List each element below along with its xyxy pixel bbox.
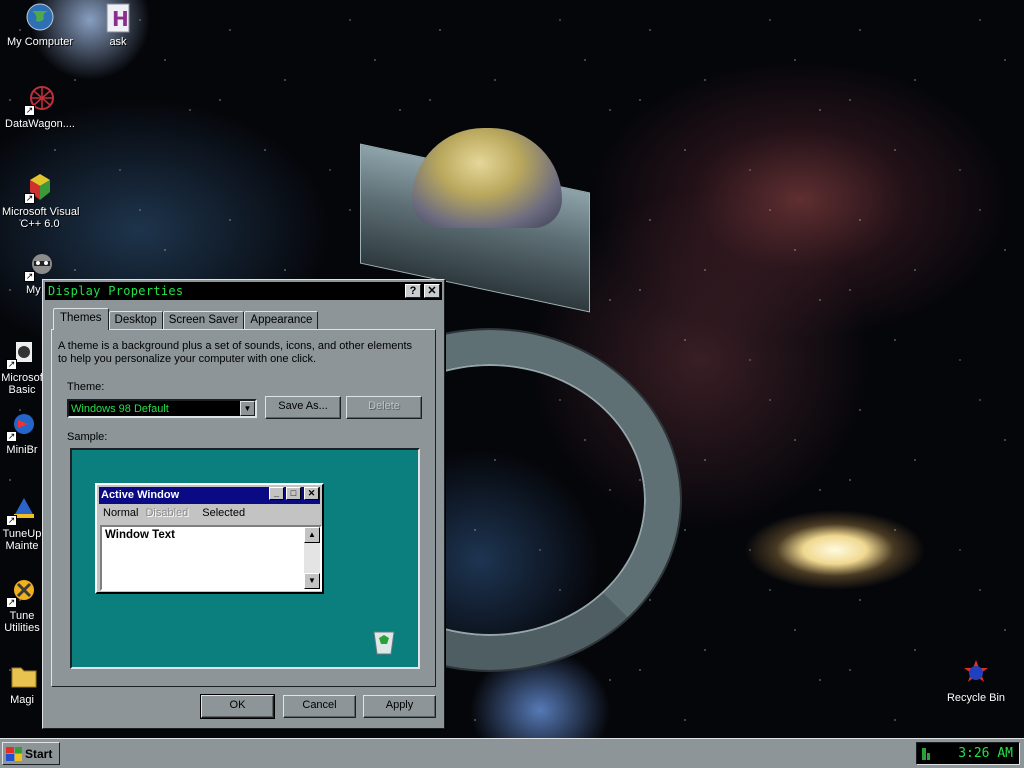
clock[interactable]: 3:26 AM [958, 746, 1013, 761]
sample-menu-bar: Normal Disabled Selected [103, 507, 252, 519]
shortcut-arrow-icon: ↗ [24, 193, 35, 204]
apply-button[interactable]: Apply [363, 695, 436, 718]
shortcut-arrow-icon: ↗ [6, 597, 17, 608]
start-label: Start [25, 746, 53, 761]
desktop-icon-label: My Computer [6, 36, 74, 48]
desktop-icon-recycle-bin[interactable]: Recycle Bin [938, 658, 1014, 704]
desktop-icon-ms-basic[interactable]: ↗ Microsof Basic [0, 338, 44, 396]
desktop-icon-magi[interactable]: Magi [0, 660, 44, 706]
ok-button[interactable]: OK [200, 694, 275, 719]
dialog-titlebar[interactable]: Display Properties ? ✕ [45, 282, 442, 300]
sample-menu-selected: Selected [202, 507, 246, 519]
theme-dropdown[interactable]: Windows 98 Default ▼ [67, 399, 257, 418]
desktop-icon-label: ask [109, 36, 127, 48]
delete-button[interactable]: Delete [346, 396, 422, 419]
desktop-icon-label-line2: Utilities [4, 622, 40, 634]
theme-dropdown-value: Windows 98 Default [71, 403, 169, 415]
tab-appearance[interactable]: Appearance [244, 311, 319, 330]
sample-window-text-area: Window Text ▲ ▼ [100, 525, 322, 591]
tab-themes[interactable]: Themes [53, 308, 109, 330]
shortcut-arrow-icon: ↗ [6, 431, 17, 442]
start-button[interactable]: Start [2, 742, 60, 765]
desktop-icon-label-line2: Mainte [5, 540, 39, 552]
close-button[interactable]: ✕ [424, 284, 440, 298]
desktop-icon-label: Recycle Bin [946, 692, 1006, 704]
sample-label: Sample: [67, 431, 108, 443]
desktop-icon-tuneup-utilities[interactable]: ↗ Tune Utilities [0, 576, 44, 634]
desktop-icon-label: TuneUp [2, 528, 42, 540]
scroll-up-icon: ▲ [304, 527, 320, 543]
theme-description: A theme is a background plus a set of so… [58, 340, 413, 365]
visual-cpp-icon: ↗ [24, 172, 56, 204]
sample-window-text: Window Text [105, 529, 175, 541]
theme-label: Theme: [67, 381, 105, 393]
desktop-icon-label: Microsof [1, 372, 43, 384]
shortcut-arrow-icon: ↗ [24, 105, 35, 116]
recycle-bin-icon [960, 658, 992, 690]
system-tray: 3:26 AM [916, 742, 1020, 765]
sample-active-window: Active Window _ □ ✕ Normal Disabled Sele… [95, 483, 324, 594]
desktop-icon-label-line2: C++ 6.0 [20, 218, 60, 230]
minimize-icon: _ [269, 487, 284, 500]
sample-menu-disabled: Disabled [145, 507, 189, 519]
sample-window-title-text: Active Window [101, 489, 180, 501]
windows-logo-icon [6, 746, 22, 761]
tab-screen-saver[interactable]: Screen Saver [162, 311, 245, 330]
desktop-icon-label: Magi [10, 694, 34, 706]
globe-computer-icon [24, 2, 56, 34]
tuneup-utilities-icon: ↗ [6, 576, 38, 608]
red-web-icon: ↗ [24, 84, 56, 116]
desktop-icon-label: DataWagon.... [5, 118, 75, 130]
sample-menu-normal: Normal [103, 507, 139, 519]
desktop-icon-label: MiniBr [6, 444, 38, 456]
desktop-icon-tuneup-maintenance[interactable]: ↗ TuneUp Mainte [0, 494, 44, 552]
raccoon-icon: ↗ [24, 250, 56, 282]
desktop-icon-label-line2: Basic [8, 384, 36, 396]
svg-text:H: H [112, 7, 129, 31]
tab-desktop[interactable]: Desktop [108, 311, 163, 330]
minibrowser-icon: ↗ [6, 410, 38, 442]
desktop-icon-my-computer[interactable]: My Computer [2, 2, 78, 48]
h-document-icon: H [102, 2, 134, 34]
folder-icon [6, 660, 38, 692]
desktop-icon-minibrowser[interactable]: ↗ MiniBr [0, 410, 44, 456]
desktop-icon-visual-cpp[interactable]: ↗ Microsoft Visual C++ 6.0 [2, 172, 80, 230]
cancel-button[interactable]: Cancel [283, 695, 356, 718]
close-icon: ✕ [304, 487, 319, 500]
taskbar: Start 3:26 AM [0, 738, 1024, 768]
recycle-bin-sample-icon [370, 626, 398, 656]
desktop-icon-ask[interactable]: H ask [80, 2, 156, 48]
shortcut-arrow-icon: ↗ [6, 359, 17, 370]
sample-scrollbar: ▲ ▼ [304, 527, 320, 589]
sample-preview: Active Window _ □ ✕ Normal Disabled Sele… [70, 448, 420, 669]
desktop-icon-label: Tune [9, 610, 35, 622]
ms-basic-icon: ↗ [6, 338, 38, 370]
save-as-button[interactable]: Save As... [265, 396, 341, 419]
display-properties-dialog: Display Properties ? ✕ Themes Desktop Sc… [42, 279, 445, 729]
maximize-icon: □ [286, 487, 301, 500]
desktop-icon-label: Microsoft Visual [2, 206, 80, 218]
desktop-icon-datawagon[interactable]: ↗ DataWagon.... [2, 84, 78, 130]
help-button[interactable]: ? [405, 284, 421, 298]
dropdown-arrow-icon[interactable]: ▼ [240, 401, 255, 416]
tuneup-maintenance-icon: ↗ [6, 494, 38, 526]
network-tray-icon[interactable] [921, 747, 931, 761]
tab-strip: Themes Desktop Screen Saver Appearance [53, 308, 319, 330]
dialog-title: Display Properties [48, 284, 184, 298]
shortcut-arrow-icon: ↗ [6, 515, 17, 526]
shortcut-arrow-icon: ↗ [24, 271, 35, 282]
scroll-down-icon: ▼ [304, 573, 320, 589]
